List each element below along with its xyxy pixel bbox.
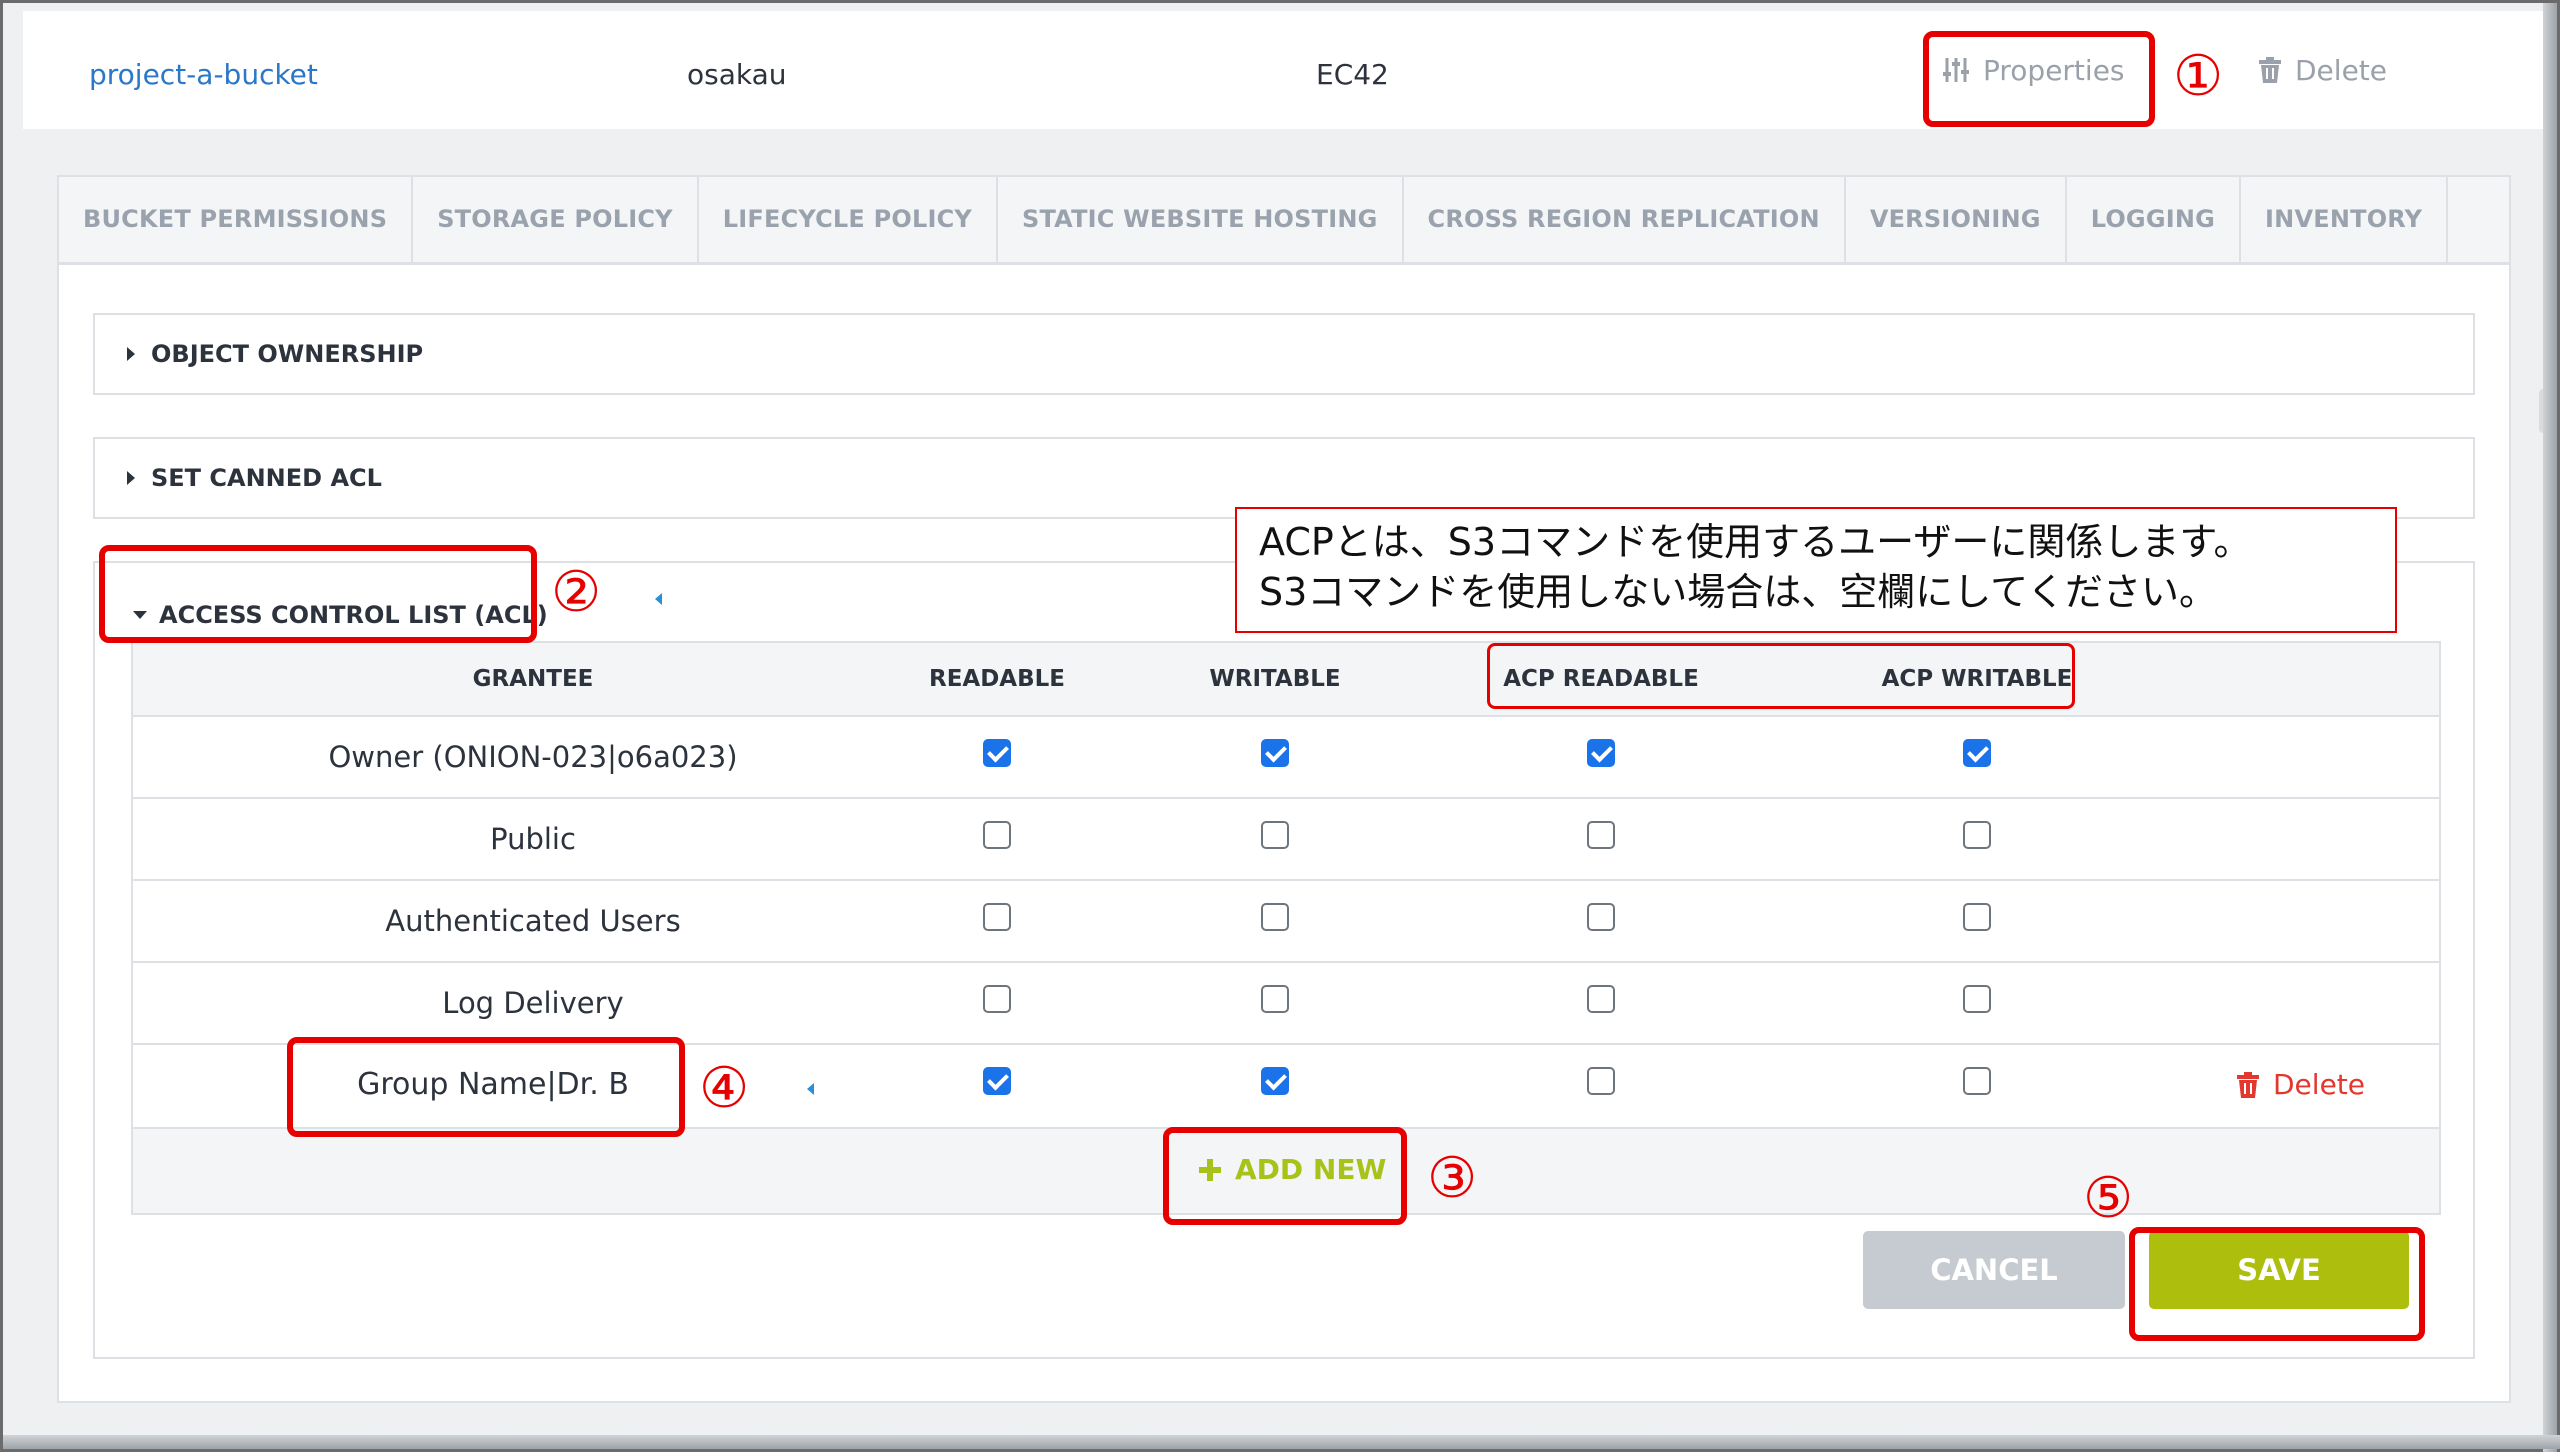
acp-readable-checkbox[interactable]: [1587, 903, 1615, 931]
row-delete-label: Delete: [2273, 1068, 2365, 1101]
object-ownership-header[interactable]: OBJECT OWNERSHIP: [127, 315, 423, 393]
note-line-2: S3コマンドを使用しない場合は、空欄にしてください。: [1259, 570, 2218, 614]
bucket-delete-label: Delete: [2295, 53, 2387, 87]
caret-right-icon: [127, 471, 135, 485]
tab-logging[interactable]: LOGGING: [2067, 177, 2242, 262]
acp-readable-checkbox[interactable]: [1587, 985, 1615, 1013]
tooltip-caret-icon: [655, 593, 662, 605]
readable-checkbox[interactable]: [983, 1067, 1011, 1095]
table-row: Owner (ONION-023|o6a023): [131, 717, 2441, 799]
writable-checkbox[interactable]: [1261, 903, 1289, 931]
readable-checkbox[interactable]: [983, 985, 1011, 1013]
highlight-properties: [1923, 31, 2155, 127]
col-writable: WRITABLE: [1209, 666, 1341, 692]
grantee-name: Authenticated Users: [385, 904, 681, 938]
acp-writable-checkbox[interactable]: [1963, 821, 1991, 849]
bucket-region: osakau: [687, 58, 787, 91]
tab-lifecycle-policy[interactable]: LIFECYCLE POLICY: [699, 177, 998, 262]
readable-checkbox[interactable]: [983, 739, 1011, 767]
tab-storage-policy[interactable]: STORAGE POLICY: [413, 177, 699, 262]
highlight-save: [2129, 1227, 2425, 1341]
tab-bucket-permissions[interactable]: BUCKET PERMISSIONS: [59, 177, 414, 262]
tab-cross-region-replication[interactable]: CROSS REGION REPLICATION: [1404, 177, 1846, 262]
canned-acl-title: SET CANNED ACL: [151, 464, 382, 492]
acp-writable-checkbox[interactable]: [1963, 985, 1991, 1013]
marker-2: ②: [551, 560, 602, 625]
tooltip-caret-icon: [807, 1083, 814, 1095]
acp-writable-checkbox[interactable]: [1963, 739, 1991, 767]
table-row: Log Delivery: [131, 963, 2441, 1045]
row-delete-button[interactable]: Delete: [2237, 1045, 2365, 1125]
acp-readable-checkbox[interactable]: [1587, 1067, 1615, 1095]
acp-readable-checkbox[interactable]: [1587, 739, 1615, 767]
trash-icon: [2259, 57, 2281, 83]
tab-inventory[interactable]: INVENTORY: [2241, 177, 2449, 262]
window-shadow-bottom: [3, 1435, 2560, 1449]
writable-checkbox[interactable]: [1261, 739, 1289, 767]
cancel-button[interactable]: CANCEL: [1863, 1231, 2125, 1309]
acl-table-header: GRANTEE READABLE WRITABLE ACP READABLE A…: [131, 641, 2441, 717]
object-ownership-title: OBJECT OWNERSHIP: [151, 340, 424, 368]
marker-1: ①: [2173, 44, 2224, 109]
tab-versioning[interactable]: VERSIONING: [1846, 177, 2067, 262]
readable-checkbox[interactable]: [983, 821, 1011, 849]
grantee-name: Log Delivery: [442, 986, 624, 1020]
acp-writable-checkbox[interactable]: [1963, 903, 1991, 931]
grantee-name: Public: [490, 822, 576, 856]
writable-checkbox[interactable]: [1261, 821, 1289, 849]
grantee-name: Owner (ONION-023|o6a023): [328, 740, 738, 774]
readable-checkbox[interactable]: [983, 903, 1011, 931]
canned-acl-header[interactable]: SET CANNED ACL: [127, 439, 382, 517]
acp-readable-checkbox[interactable]: [1587, 821, 1615, 849]
form-buttons: CANCEL SAVE: [59, 1231, 2459, 1309]
window-frame: project-a-bucket osakau EC42 Properties: [0, 0, 2560, 1452]
caret-right-icon: [127, 347, 135, 361]
tab-static-website-hosting[interactable]: STATIC WEBSITE HOSTING: [998, 177, 1404, 262]
highlight-add-new: [1163, 1127, 1407, 1225]
highlight-acp-columns: [1487, 643, 2075, 709]
bucket-name-link[interactable]: project-a-bucket: [89, 11, 318, 129]
writable-checkbox[interactable]: [1261, 1067, 1289, 1095]
bucket-delete-button[interactable]: Delete: [2259, 11, 2387, 129]
acp-writable-checkbox[interactable]: [1963, 1067, 1991, 1095]
marker-3: ③: [1427, 1146, 1478, 1211]
bucket-storage-policy: EC42: [1316, 58, 1389, 91]
col-readable: READABLE: [928, 666, 1066, 692]
bucket-header-row: project-a-bucket osakau EC42 Properties: [23, 11, 2543, 129]
window-shadow-right: [2543, 3, 2557, 1452]
marker-4: ④: [699, 1056, 750, 1121]
trash-icon: [2237, 1072, 2259, 1098]
object-ownership-section[interactable]: OBJECT OWNERSHIP: [93, 313, 2475, 395]
properties-tab-bar: BUCKET PERMISSIONS STORAGE POLICY LIFECY…: [59, 177, 2509, 265]
table-row: Public: [131, 799, 2441, 881]
table-row: Authenticated Users: [131, 881, 2441, 963]
note-line-1: ACPとは、S3コマンドを使用するユーザーに関係します。: [1259, 520, 2252, 564]
acp-explanation-note: ACPとは、S3コマンドを使用するユーザーに関係します。 S3コマンドを使用しな…: [1235, 507, 2397, 633]
marker-5: ⑤: [2083, 1166, 2134, 1231]
writable-checkbox[interactable]: [1261, 985, 1289, 1013]
highlight-acl-header: [99, 545, 537, 643]
col-grantee: GRANTEE: [472, 666, 594, 692]
highlight-group-name: [287, 1037, 685, 1137]
